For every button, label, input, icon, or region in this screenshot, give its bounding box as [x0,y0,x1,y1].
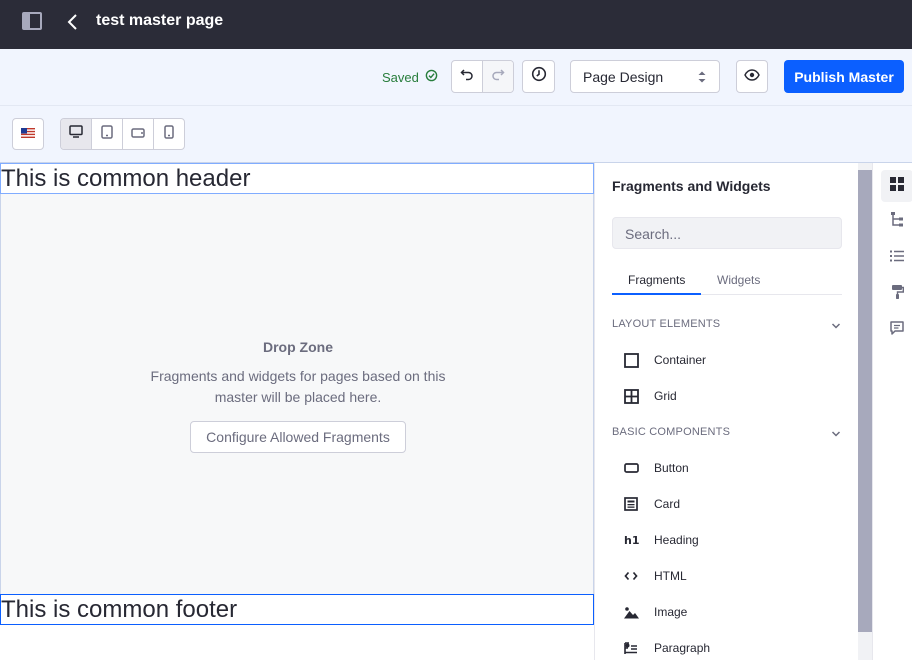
undo-icon [460,67,474,86]
history-button[interactable] [522,60,555,93]
fragment-item-heading[interactable]: h1 Heading [623,530,699,550]
fragment-item-image[interactable]: Image [623,602,687,622]
page-title: test master page [96,12,224,29]
rail-page-design-options-button[interactable] [881,278,912,310]
fragment-item-button[interactable]: Button [623,458,689,478]
check-circle-icon [425,69,438,85]
drop-zone-title: Drop Zone [263,339,333,355]
active-tab-indicator [612,293,701,295]
panel-scrollbar-thumb[interactable] [858,170,872,632]
common-header[interactable]: This is common header [0,163,594,194]
top-bar: test master page [0,0,912,49]
tablet-view-button[interactable] [91,119,122,149]
editor-toolbar: Saved Page Design Publish Master [0,49,912,106]
tab-fragments[interactable]: Fragments [628,273,685,287]
landscape-phone-icon [131,125,145,143]
rail-page-structure-button[interactable] [881,206,912,238]
drop-zone[interactable]: Drop Zone Fragments and widgets for page… [0,194,594,594]
saved-label: Saved [382,69,419,85]
fragment-item-label: Container [654,353,707,367]
language-selector-button[interactable] [12,118,44,150]
container-icon [623,352,639,368]
comment-icon [890,320,904,340]
portrait-phone-view-button[interactable] [153,119,184,149]
fragment-item-grid[interactable]: Grid [623,386,677,406]
fragment-item-label: Grid [654,389,677,403]
us-flag-icon [21,125,35,143]
tablet-icon [101,124,113,144]
undo-button[interactable] [452,61,482,92]
grid-squares-icon [890,176,904,196]
paragraph-icon [623,640,639,656]
back-arrow-icon[interactable] [66,12,80,32]
rail-fragments-button[interactable] [881,170,912,202]
grid-icon [623,388,639,404]
list-icon [890,249,904,267]
select-caret-icon [697,70,707,87]
svg-text:h1: h1 [624,534,639,546]
chevron-down-icon[interactable] [831,426,841,444]
tree-icon [890,211,904,233]
fragment-item-label: HTML [654,569,687,583]
section-header-basic-components[interactable]: BASIC COMPONENTS [612,426,730,438]
desktop-view-button[interactable] [61,119,91,149]
clock-icon [531,66,547,87]
preview-button[interactable] [736,60,768,93]
fragment-item-paragraph[interactable]: Paragraph [623,638,710,658]
fragments-widgets-panel: Fragments and Widgets Search... Fragment… [594,163,858,660]
fragment-item-label: Paragraph [654,641,711,655]
rail-comments-button[interactable] [881,314,912,346]
device-size-group [60,118,185,150]
sidebar-rail [872,163,912,660]
fragment-item-label: Image [654,605,688,619]
desktop-icon [69,125,83,143]
tab-widgets[interactable]: Widgets [717,273,760,287]
redo-button[interactable] [482,61,513,92]
chevron-down-icon[interactable] [831,318,841,336]
card-icon [623,496,639,512]
redo-icon [491,67,505,86]
fragment-item-container[interactable]: Container [623,350,706,370]
fragment-item-label: Heading [654,533,699,547]
page-canvas: This is common header Drop Zone Fragment… [0,163,594,660]
undo-redo-group [451,60,514,93]
publish-master-button[interactable]: Publish Master [784,60,904,93]
code-icon [623,568,639,584]
paint-roller-icon [891,284,904,304]
fragment-item-card[interactable]: Card [623,494,680,514]
configure-allowed-fragments-button[interactable]: Configure Allowed Fragments [190,421,406,453]
viewport-toolbar [0,106,912,163]
experience-select-value: Page Design [583,69,664,85]
common-footer[interactable]: This is common footer [0,594,594,625]
portrait-phone-icon [164,124,174,144]
panel-tabs: Fragments Widgets [612,267,842,295]
fragment-item-label: Button [654,461,689,475]
drop-zone-description: Fragments and widgets for pages based on… [150,368,446,405]
product-menu-toggle-icon[interactable] [22,12,42,30]
panel-title: Fragments and Widgets [612,178,771,194]
section-header-layout-elements[interactable]: LAYOUT ELEMENTS [612,318,720,330]
eye-icon [744,68,760,86]
experience-select[interactable]: Page Design [570,60,720,93]
rail-list-button[interactable] [881,242,912,274]
landscape-phone-view-button[interactable] [122,119,153,149]
button-icon [623,460,639,476]
fragment-item-html[interactable]: HTML [623,566,687,586]
save-status: Saved [382,69,438,85]
search-input[interactable]: Search... [612,217,842,249]
image-icon [623,604,639,620]
fragment-item-label: Card [654,497,681,511]
heading-icon: h1 [623,532,639,548]
